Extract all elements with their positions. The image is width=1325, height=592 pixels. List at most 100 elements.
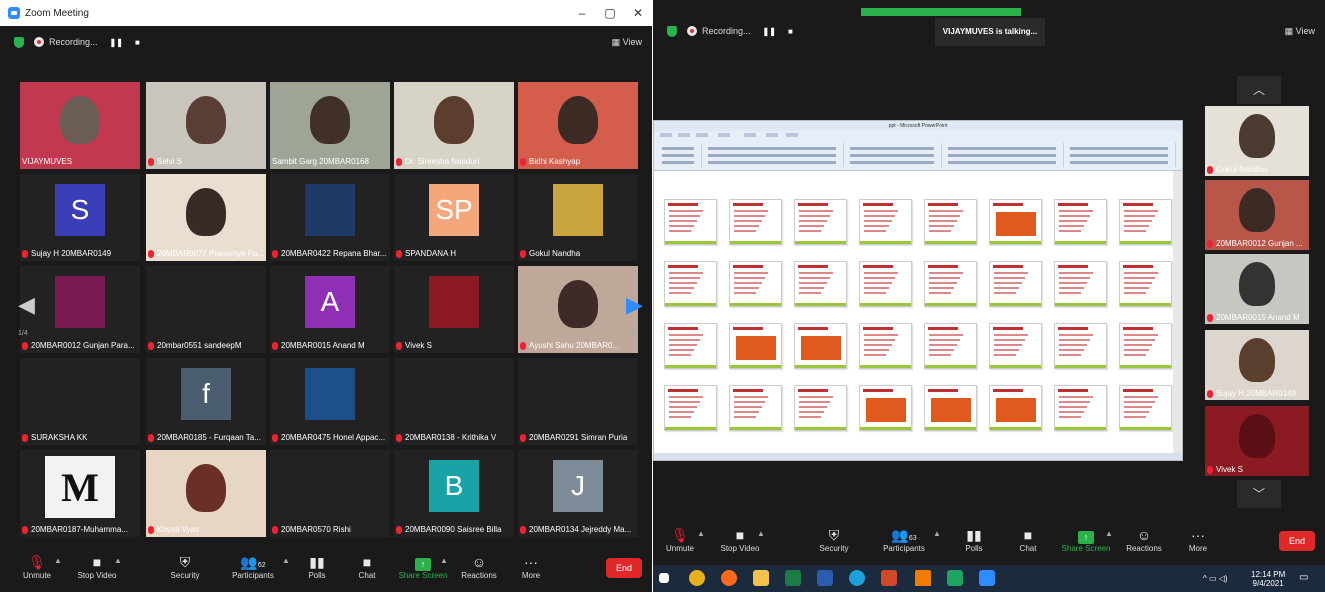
more-button[interactable]: ··· More: [1173, 526, 1223, 553]
participant-tile[interactable]: Selvi S: [146, 82, 266, 169]
taskbar-clock[interactable]: 12:14 PM 9/4/2021: [1251, 570, 1285, 588]
slide-thumbnail[interactable]: [989, 385, 1042, 431]
side-up-chevron-icon[interactable]: ︿: [1237, 76, 1281, 104]
slide-thumbnail[interactable]: [1119, 261, 1172, 307]
participant-tile[interactable]: f 20MBAR0185 - Furqaan Ta...: [146, 358, 266, 445]
slide-thumbnail[interactable]: [859, 385, 912, 431]
slide-thumbnail[interactable]: [1054, 199, 1107, 245]
zoom-taskbar-icon[interactable]: [979, 570, 995, 586]
slide-thumbnail[interactable]: [664, 323, 717, 369]
chat-button[interactable]: ■ Chat: [1003, 526, 1053, 553]
share-options-chevron-icon[interactable]: ▲: [1105, 529, 1113, 538]
firefox-icon[interactable]: [721, 570, 737, 586]
system-tray-icons[interactable]: ^ ▭ ◁): [1203, 574, 1228, 583]
side-participant-tile[interactable]: Vivek S: [1205, 406, 1309, 476]
participant-tile[interactable]: 20MBAR0291 Simran Puria: [518, 358, 638, 445]
video-options-chevron-icon[interactable]: ▲: [757, 529, 765, 538]
security-button[interactable]: ⛨ Security: [160, 553, 210, 580]
participant-tile[interactable]: J 20MBAR0134 Jejreddy Ma...: [518, 450, 638, 537]
slide-thumbnail[interactable]: [729, 261, 782, 307]
stop-recording-button[interactable]: ■: [788, 27, 793, 36]
slide-thumbnail[interactable]: [1054, 323, 1107, 369]
slide-thumbnail[interactable]: [989, 199, 1042, 245]
slide-thumbnail[interactable]: [989, 261, 1042, 307]
slide-thumbnail[interactable]: [924, 323, 977, 369]
participant-tile[interactable]: Sambit Garg 20MBAR0168: [270, 82, 390, 169]
shield-icon[interactable]: [14, 36, 24, 48]
participant-tile[interactable]: 20MBAR0012 Gunjan Para...: [20, 266, 140, 353]
slide-thumbnail[interactable]: [859, 323, 912, 369]
ribbon-tab[interactable]: [696, 133, 708, 137]
ribbon-tab[interactable]: [786, 133, 798, 137]
excel-icon[interactable]: [785, 570, 801, 586]
next-page-icon[interactable]: ▶: [626, 292, 643, 318]
pause-recording-button[interactable]: ❚❚: [763, 27, 776, 36]
slide-thumbnail[interactable]: [1119, 323, 1172, 369]
stop-recording-button[interactable]: ■: [135, 38, 140, 47]
side-down-chevron-icon[interactable]: ﹀: [1237, 480, 1281, 508]
slide-thumbnail[interactable]: [1119, 199, 1172, 245]
polls-button[interactable]: ▮▮ Polls: [949, 526, 999, 553]
participant-tile[interactable]: Gokul Nandha: [518, 174, 638, 261]
maximize-button[interactable]: ▢: [596, 6, 624, 20]
audio-options-chevron-icon[interactable]: ▲: [697, 529, 705, 538]
side-participant-tile[interactable]: Sujay H 20MBAR0149: [1205, 330, 1309, 400]
ribbon-tab[interactable]: [744, 133, 756, 137]
participant-tile[interactable]: 20MBAR0077 Pranamya Pa...: [146, 174, 266, 261]
reactions-button[interactable]: ☺ Reactions: [1119, 526, 1169, 553]
participant-tile[interactable]: M 20MBAR0187-Muhamma...: [20, 450, 140, 537]
close-button[interactable]: ✕: [624, 6, 652, 20]
participant-tile[interactable]: 20MBAR0422 Repana Bhar...: [270, 174, 390, 261]
pause-recording-button[interactable]: ❚❚: [110, 38, 123, 47]
participant-tile[interactable]: Bidhi Kashyap: [518, 82, 638, 169]
end-meeting-button[interactable]: End: [606, 558, 642, 578]
video-options-chevron-icon[interactable]: ▲: [114, 556, 122, 565]
side-participant-tile[interactable]: 20MBAR0015 Anand M: [1205, 254, 1309, 324]
slide-thumbnail[interactable]: [794, 385, 847, 431]
slide-thumbnail[interactable]: [859, 199, 912, 245]
participant-tile[interactable]: 20MBAR0475 Honel Appac...: [270, 358, 390, 445]
ribbon-tab[interactable]: [678, 133, 690, 137]
participants-button[interactable]: 👥62 Participants: [228, 553, 278, 580]
side-participant-tile[interactable]: Gokul Nandha: [1205, 106, 1309, 176]
participant-tile[interactable]: S Sujay H 20MBAR0149: [20, 174, 140, 261]
app-triangle-icon[interactable]: [947, 570, 963, 586]
edge-icon[interactable]: [849, 570, 865, 586]
ribbon-tab[interactable]: [718, 133, 730, 137]
windows-start-icon[interactable]: [659, 573, 669, 583]
shield-icon[interactable]: [667, 25, 677, 37]
slide-thumbnail[interactable]: [794, 199, 847, 245]
slide-thumbnail[interactable]: [794, 323, 847, 369]
slide-thumbnail[interactable]: [664, 385, 717, 431]
participant-tile[interactable]: 20mbar0551 sandeepM: [146, 266, 266, 353]
security-button[interactable]: ⛨ Security: [809, 526, 859, 553]
slide-thumbnail[interactable]: [729, 323, 782, 369]
slide-thumbnail[interactable]: [729, 199, 782, 245]
participant-tile[interactable]: SURAKSHA KK: [20, 358, 140, 445]
file-explorer-icon[interactable]: [753, 570, 769, 586]
more-button[interactable]: ··· More: [506, 553, 556, 580]
share-options-chevron-icon[interactable]: ▲: [440, 556, 448, 565]
participants-button[interactable]: 👥63 Participants: [879, 526, 929, 553]
ribbon-tab[interactable]: [660, 133, 672, 137]
slide-thumbnail[interactable]: [989, 323, 1042, 369]
view-button[interactable]: ▦ View: [1285, 26, 1315, 37]
slide-sorter-scrollbar[interactable]: [1173, 171, 1182, 455]
slide-thumbnail[interactable]: [924, 385, 977, 431]
participants-chevron-icon[interactable]: ▲: [282, 556, 290, 565]
slide-thumbnail[interactable]: [1119, 385, 1172, 431]
word-icon[interactable]: [817, 570, 833, 586]
powerpoint-icon[interactable]: [881, 570, 897, 586]
share-screen-button[interactable]: ↑ Share Screen: [1061, 526, 1111, 553]
participant-tile[interactable]: 20MBAR0138 - Krithika V: [394, 358, 514, 445]
slide-thumbnail[interactable]: [794, 261, 847, 307]
slide-thumbnail[interactable]: [729, 385, 782, 431]
vlc-icon[interactable]: [915, 570, 931, 586]
end-meeting-button[interactable]: End: [1279, 531, 1315, 551]
participant-tile[interactable]: VIJAYMUVES: [20, 82, 140, 169]
participant-tile[interactable]: 20MBAR0570 Rishi: [270, 450, 390, 537]
participant-tile[interactable]: A 20MBAR0015 Anand M: [270, 266, 390, 353]
slide-thumbnail[interactable]: [664, 199, 717, 245]
reactions-button[interactable]: ☺ Reactions: [454, 553, 504, 580]
participant-tile[interactable]: Khyati Vyas: [146, 450, 266, 537]
